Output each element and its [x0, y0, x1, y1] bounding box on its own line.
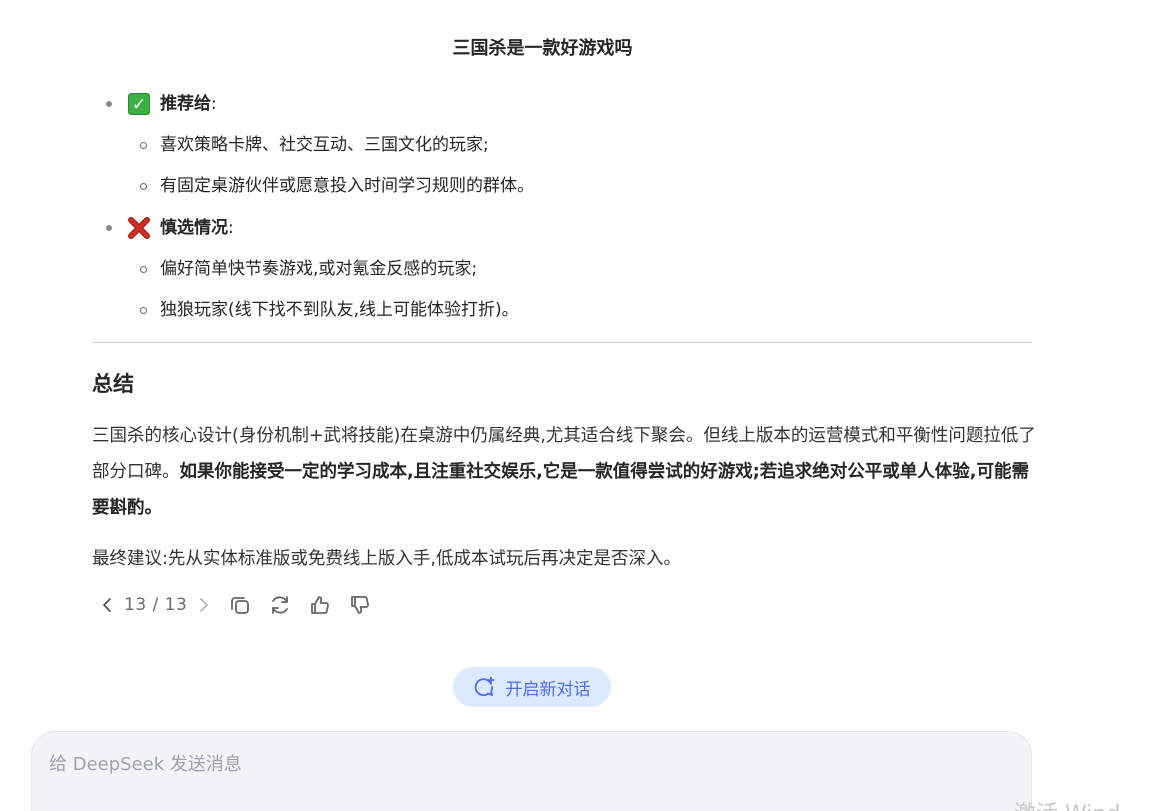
chevron-right-icon [200, 598, 209, 612]
caution-sublist: 偏好简单快节奏游戏,或对氪金反感的玩家; 独狼玩家(线下找不到队友,线上可能体验… [128, 255, 1032, 324]
message-composer [31, 731, 1032, 811]
list-item-caution: 慎选情况: 偏好简单快节奏游戏,或对氪金反感的玩家; 独狼玩家(线下找不到队友,… [92, 214, 1032, 324]
recommend-colon: : [211, 94, 217, 114]
message-input[interactable] [49, 750, 989, 790]
message-actions: 13 / 13 [96, 590, 375, 620]
verdict-list: ✓ 推荐给: 喜欢策略卡牌、社交互动、三国文化的玩家; 有固定桌游伙伴或愿意投入… [92, 90, 1032, 324]
recommend-sublist: 喜欢策略卡牌、社交互动、三国文化的玩家; 有固定桌游伙伴或愿意投入时间学习规则的… [128, 131, 1032, 200]
chat-title: 三国杀是一款好游戏吗 [452, 38, 633, 59]
next-response-button[interactable] [193, 591, 215, 619]
recommend-label: 推荐给 [160, 94, 211, 114]
section-divider [92, 342, 1032, 343]
cross-mark-icon [128, 217, 150, 239]
new-chat-label: 开启新对话 [505, 679, 591, 700]
copy-button[interactable] [225, 590, 255, 620]
list-item-recommend: ✓ 推荐给: 喜欢策略卡牌、社交互动、三国文化的玩家; 有固定桌游伙伴或愿意投入… [92, 90, 1032, 200]
dislike-button[interactable] [345, 590, 375, 620]
summary-heading: 总结 [92, 372, 134, 396]
copy-icon [231, 597, 250, 614]
summary-bold-text: 如果你能接受一定的学习成本,且注重社交娱乐,它是一款值得尝试的好游戏;若追求绝对… [92, 462, 1029, 518]
recommend-heading: ✓ 推荐给: [128, 90, 1032, 118]
list-item: 独狼玩家(线下找不到队友,线上可能体验打折)。 [128, 296, 1032, 324]
chevron-left-icon [103, 598, 111, 612]
list-item: 偏好简单快节奏游戏,或对氪金反感的玩家; [128, 255, 1032, 283]
caution-label: 慎选情况 [160, 218, 228, 238]
pager-count: 13 / 13 [124, 595, 188, 615]
chat-page: 三国杀是一款好游戏吗 ✓ 推荐给: 喜欢策略卡牌、社交互动、三国文化的玩家; 有… [0, 0, 1171, 811]
check-mark-icon: ✓ [128, 93, 150, 115]
response-pager: 13 / 13 [96, 591, 215, 619]
new-chat-button[interactable]: 开启新对话 [453, 667, 611, 707]
new-chat-icon [474, 676, 496, 698]
summary-paragraph: 三国杀的核心设计(身份机制+武将技能)在桌游中仍属经典,尤其适合线下聚会。但线上… [92, 418, 1037, 526]
list-item: 有固定桌游伙伴或愿意投入时间学习规则的群体。 [128, 172, 1032, 200]
activation-watermark: 激活 Wind [1014, 796, 1120, 811]
thumbs-up-icon [311, 596, 330, 614]
list-item: 喜欢策略卡牌、社交互动、三国文化的玩家; [128, 131, 1032, 159]
answer-content: ✓ 推荐给: 喜欢策略卡牌、社交互动、三国文化的玩家; 有固定桌游伙伴或愿意投入… [92, 84, 1032, 324]
caution-heading: 慎选情况: [128, 214, 1032, 242]
refresh-icon [272, 596, 289, 614]
like-button[interactable] [305, 590, 335, 620]
previous-response-button[interactable] [96, 591, 118, 619]
advice-paragraph: 最终建议:先从实体标准版或免费线上版入手,低成本试玩后再决定是否深入。 [92, 549, 681, 569]
caution-colon: : [228, 218, 234, 238]
regenerate-button[interactable] [265, 590, 295, 620]
thumbs-down-icon [351, 596, 370, 614]
